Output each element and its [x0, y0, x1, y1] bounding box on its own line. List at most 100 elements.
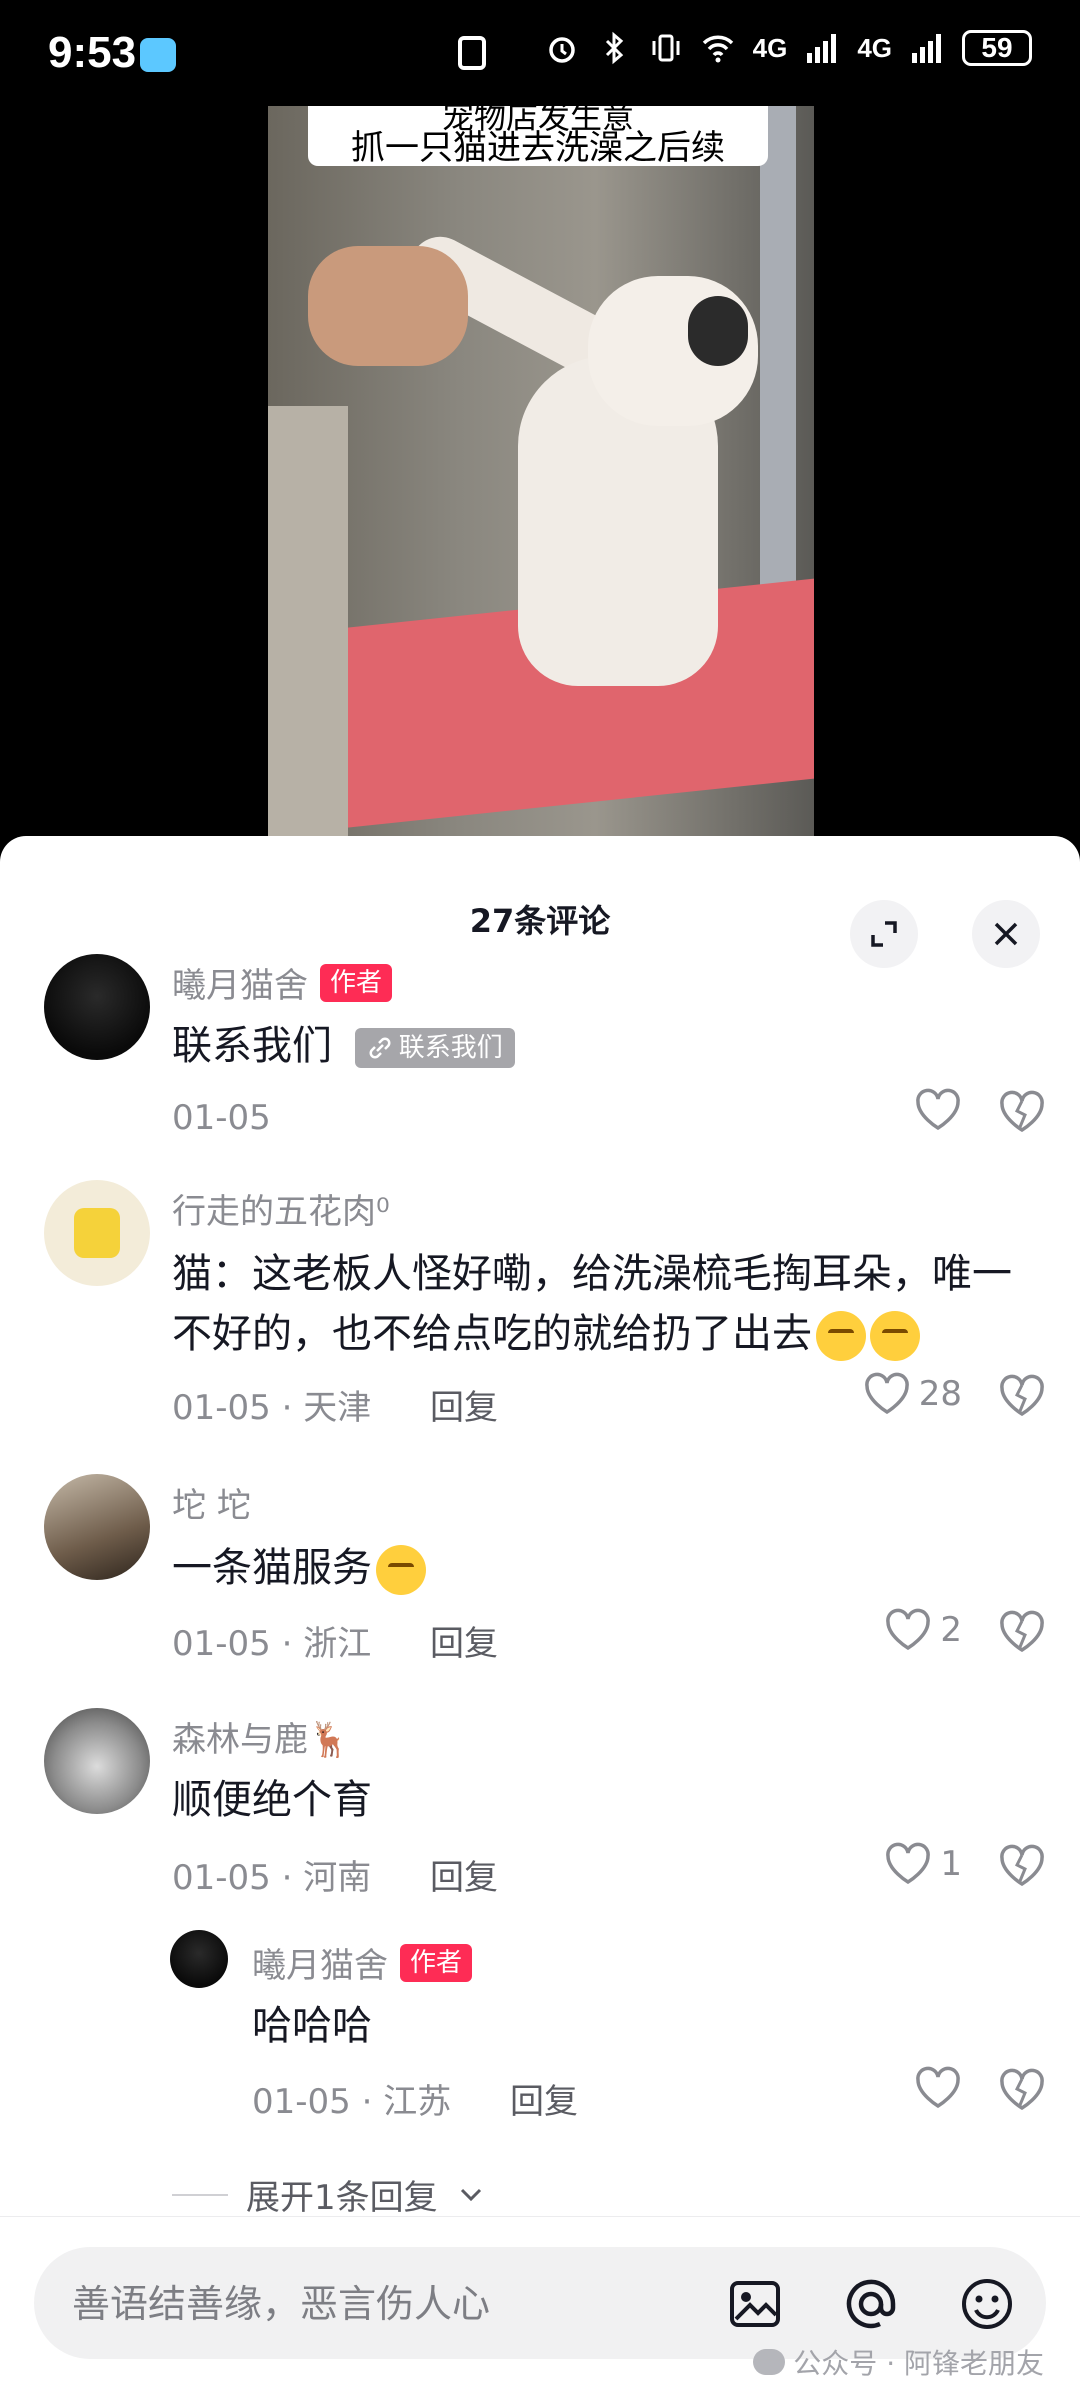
- expand-replies-label: 展开1条回复: [246, 2178, 438, 2218]
- expand-icon: [871, 921, 897, 947]
- signal-icon: [807, 34, 837, 63]
- broken-heart-icon: [1000, 1374, 1044, 1417]
- comment-text: 哈哈哈: [252, 1996, 1080, 2056]
- broken-heart-icon: [1000, 1610, 1044, 1653]
- video-caption: 宠物店发生意 抓一只猫进去洗澡之后续: [308, 106, 768, 168]
- avatar[interactable]: [44, 1708, 150, 1814]
- wechat-icon: [753, 2349, 786, 2375]
- dislike-button[interactable]: [998, 1090, 1046, 1138]
- expand-button[interactable]: [850, 900, 918, 968]
- heart-icon: [916, 1088, 960, 1131]
- at-icon[interactable]: [842, 2275, 900, 2333]
- author-name[interactable]: 坨 坨: [172, 1478, 251, 1527]
- network-type-1: 4G: [752, 32, 788, 63]
- notification-app-icon: [140, 38, 176, 72]
- like-button[interactable]: [914, 2066, 962, 2110]
- link-icon: [369, 1037, 391, 1059]
- comment-meta: 01-05 · 天津 回复: [172, 1380, 498, 1429]
- heart-icon: [864, 1372, 909, 1415]
- comment-author[interactable]: 行走的五花肉⁰: [172, 1184, 390, 1233]
- contact-link-chip[interactable]: 联系我们: [354, 1028, 515, 1068]
- status-time: 9:53: [48, 28, 137, 77]
- divider-line: [172, 2193, 228, 2196]
- cat-ear-patch: [688, 296, 748, 366]
- avatar[interactable]: [170, 1930, 228, 1988]
- comment-date-location: 01-05 · 江苏: [252, 2082, 452, 2122]
- broken-heart-icon: [1000, 1090, 1044, 1133]
- author-name[interactable]: 行走的五花肉⁰: [172, 1184, 390, 1233]
- comment-date-location: 01-05 · 天津: [172, 1388, 372, 1428]
- like-count: 28: [918, 1374, 962, 1414]
- avatar[interactable]: [44, 1474, 150, 1580]
- person-hand: [308, 246, 468, 366]
- comment-author[interactable]: 曦月猫舍 作者: [252, 1938, 473, 1987]
- smirk-emoji-icon: [816, 1311, 866, 1361]
- broken-heart-icon: [1000, 2068, 1044, 2111]
- heart-icon: [916, 2066, 960, 2109]
- link-chip-label: 联系我们: [398, 1033, 503, 1063]
- comment-author[interactable]: 坨 坨: [172, 1478, 251, 1527]
- emoji-icon[interactable]: [958, 2275, 1016, 2333]
- reply-button[interactable]: 回复: [510, 2082, 578, 2122]
- comment-meta: 01-05 · 河南 回复: [172, 1850, 498, 1899]
- avatar[interactable]: [44, 954, 150, 1060]
- comment-body: 联系我们: [172, 1023, 332, 1069]
- dislike-button[interactable]: [998, 1844, 1046, 1892]
- like-button[interactable]: [914, 1088, 962, 1132]
- comment-meta: 01-05 · 浙江 回复: [172, 1616, 498, 1665]
- watermark: 公众号 · 阿锋老朋友: [753, 2342, 1044, 2382]
- close-button[interactable]: [972, 900, 1040, 968]
- comment-text: 一条猫服务: [172, 1538, 1032, 1598]
- broken-heart-icon: [1000, 1844, 1044, 1887]
- comment-date-location: 01-05 · 浙江: [172, 1624, 372, 1664]
- pleading-emoji-icon: [376, 1545, 426, 1595]
- comment-author[interactable]: 森林与鹿🦌: [172, 1712, 350, 1761]
- comment-count-title: 27条评论: [469, 902, 611, 940]
- reply-button[interactable]: 回复: [430, 1624, 498, 1664]
- like-button[interactable]: 28: [863, 1372, 962, 1416]
- image-icon[interactable]: [726, 2275, 784, 2333]
- person-arm: [268, 406, 348, 836]
- author-badge: 作者: [400, 1943, 473, 1982]
- comment-body: 一条猫服务: [172, 1545, 372, 1591]
- signal-icon: [912, 34, 941, 63]
- like-count: 1: [940, 1844, 962, 1884]
- comment-text: 猫：这老板人怪好嘞，给洗澡梳毛掏耳朵，唯一不好的，也不给点吃的就给扔了出去: [172, 1244, 1032, 1364]
- comment-date-location: 01-05 · 河南: [172, 1858, 372, 1898]
- author-name[interactable]: 曦月猫舍: [172, 958, 308, 1007]
- dislike-button[interactable]: [998, 1610, 1046, 1658]
- alarm-icon: [548, 37, 575, 63]
- chevron-down-icon: [460, 2188, 481, 2201]
- comment-body: 哈哈哈: [252, 2003, 372, 2049]
- battery-indicator: 59: [962, 30, 1032, 66]
- like-button[interactable]: 2: [884, 1608, 962, 1652]
- vibrate-icon: [652, 34, 680, 62]
- network-type-2: 4G: [857, 32, 892, 63]
- close-icon: [994, 922, 1018, 946]
- author-badge: 作者: [320, 963, 393, 1002]
- comment-body: 顺便绝个育: [172, 1777, 372, 1823]
- dislike-button[interactable]: [998, 1374, 1046, 1422]
- status-icons: 4G 4G 59: [545, 30, 1032, 66]
- watermark-text: 公众号 · 阿锋老朋友: [793, 2347, 1044, 2380]
- comment-meta: 01-05 · 江苏 回复: [252, 2074, 578, 2123]
- video-player[interactable]: 宠物店发生意 抓一只猫进去洗澡之后续: [268, 106, 814, 836]
- like-count: 2: [940, 1610, 962, 1650]
- caption-main-line: 抓一只猫进去洗澡之后续: [351, 128, 725, 168]
- reply-button[interactable]: 回复: [430, 1858, 498, 1898]
- wifi-icon: [702, 35, 733, 63]
- comment-meta: 01-05: [172, 1098, 271, 1138]
- like-button[interactable]: 1: [884, 1842, 962, 1886]
- status-bar: 9:53 4G 4G 59: [0, 0, 1080, 106]
- author-name[interactable]: 曦月猫舍: [252, 1938, 388, 1987]
- heart-icon: [886, 1608, 931, 1651]
- expand-replies-button[interactable]: 展开1条回复: [172, 2170, 486, 2219]
- comment-text: 联系我们 联系我们: [172, 1016, 1032, 1076]
- smirk-emoji-icon: [870, 1311, 920, 1361]
- author-name[interactable]: 森林与鹿🦌: [172, 1712, 350, 1761]
- dislike-button[interactable]: [998, 2068, 1046, 2116]
- avatar[interactable]: [44, 1180, 150, 1286]
- comment-author[interactable]: 曦月猫舍 作者: [172, 958, 393, 1007]
- reply-button[interactable]: 回复: [430, 1388, 498, 1428]
- comment-input[interactable]: [70, 2247, 714, 2361]
